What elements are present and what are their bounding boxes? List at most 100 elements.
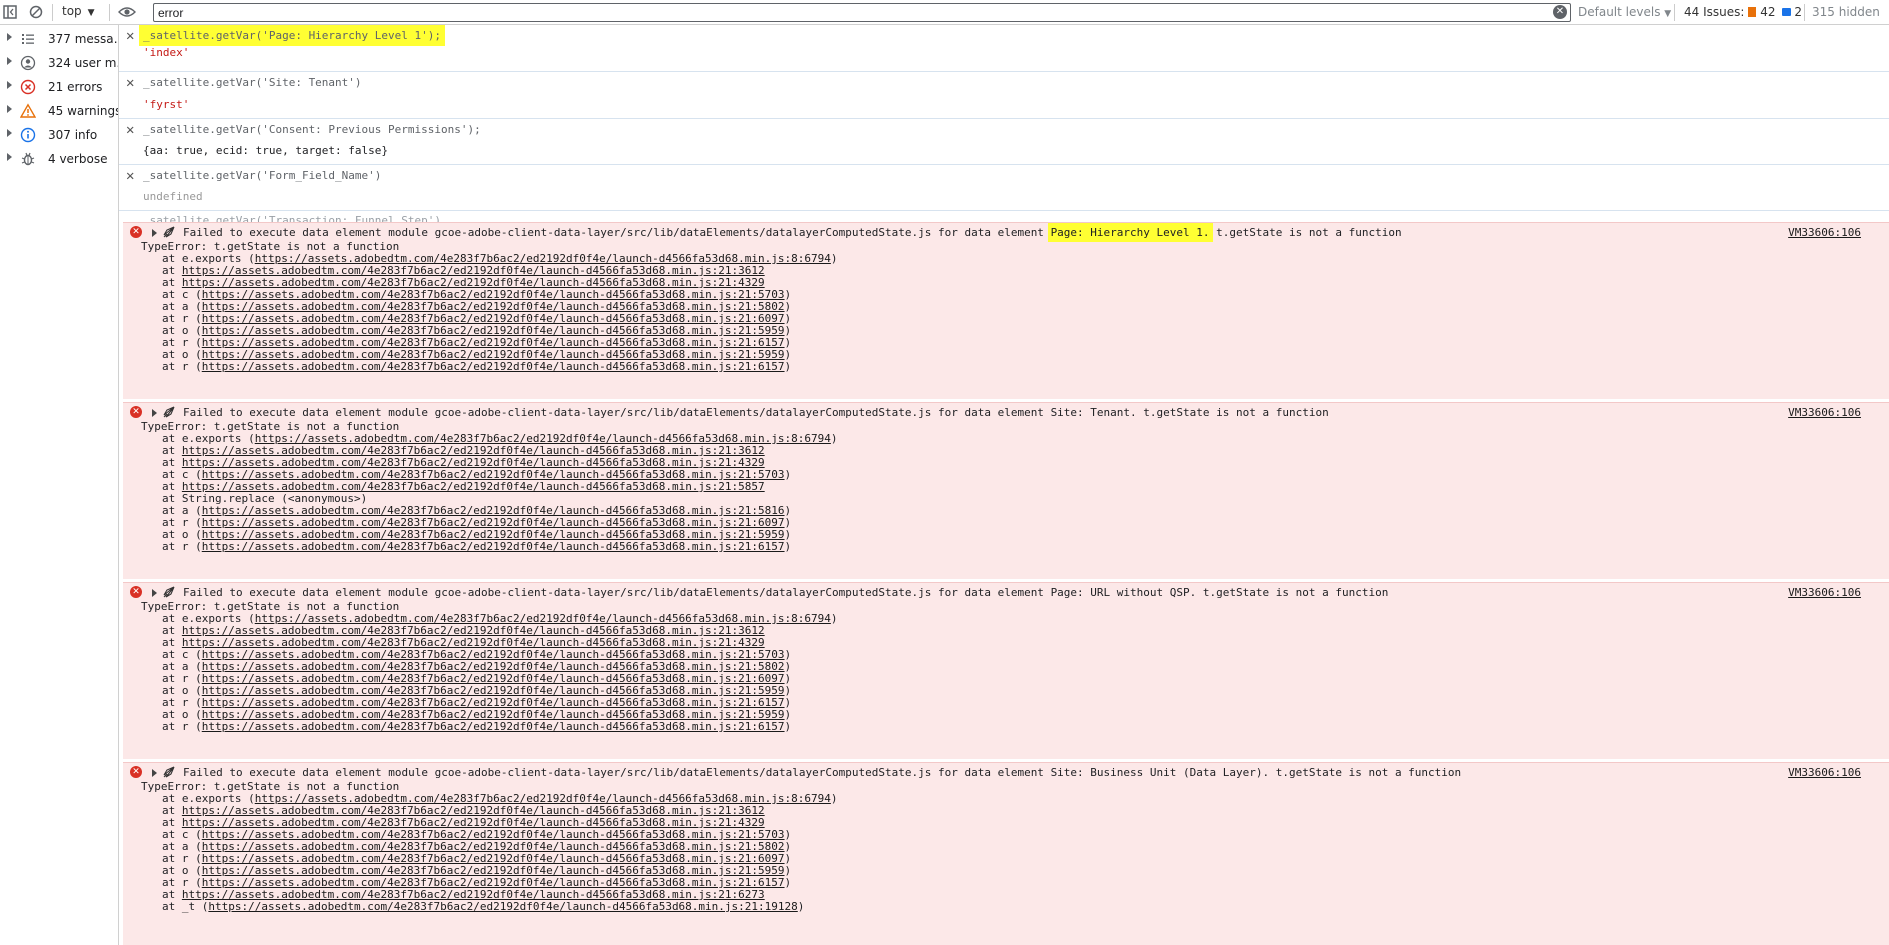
error-header: ✕ Failed to execute data element module … <box>123 406 1889 420</box>
result-text: undefined <box>143 190 203 203</box>
sidebar-item-label: 4 verbose <box>48 152 108 166</box>
close-icon[interactable]: ✕ <box>126 122 134 138</box>
close-icon[interactable]: ✕ <box>126 28 134 44</box>
stack-frame-close: ) <box>797 900 805 913</box>
filter-input-box[interactable]: ✕ <box>153 3 1571 22</box>
source-link[interactable]: VM33606:106 <box>1788 766 1861 779</box>
caret-down-icon: ▼ <box>1664 9 1672 19</box>
issues-label: 44 Issues: <box>1684 5 1745 19</box>
sidebar-item-errors[interactable]: 21 errors <box>0 76 118 98</box>
close-icon[interactable]: ✕ <box>126 75 134 91</box>
rocket-icon <box>162 405 176 419</box>
result-text: {aa: true, ecid: true, target: false} <box>143 144 389 157</box>
sidebar-toggle-icon[interactable] <box>1 3 19 21</box>
highlighted-element-name: Page: Hierarchy Level 1. <box>1050 226 1210 239</box>
error-header: ✕ Failed to execute data element module … <box>123 586 1889 600</box>
stack-frame-link[interactable]: https://assets.adobedtm.com/4e283f7b6ac2… <box>202 720 785 733</box>
error-message[interactable]: ✕ Failed to execute data element module … <box>123 582 1889 759</box>
error-message[interactable]: ✕ Failed to execute data element module … <box>123 762 1889 945</box>
caret-down-icon: ▼ <box>87 8 95 18</box>
toolbar-divider <box>109 4 110 21</box>
sidebar-item-label: 21 errors <box>48 80 103 94</box>
stack-trace: TypeError: t.getState is not a function a… <box>141 601 838 733</box>
error-message[interactable]: ✕ Failed to execute data element module … <box>123 402 1889 579</box>
error-text-pre: Failed to execute data element module gc… <box>183 586 1051 599</box>
rocket-icon <box>162 585 176 599</box>
expand-arrow-icon[interactable] <box>7 81 12 89</box>
log-levels-label: Default levels <box>1578 5 1661 19</box>
error-text: Failed to execute data element module gc… <box>183 586 1388 599</box>
stack-frame-link[interactable]: https://assets.adobedtm.com/4e283f7b6ac2… <box>208 900 797 913</box>
sidebar-item-user-messages[interactable]: 324 user m… <box>0 52 118 74</box>
close-icon[interactable]: ✕ <box>126 168 134 184</box>
context-selector[interactable]: top ▼ <box>62 4 95 18</box>
rocket-icon <box>162 225 176 239</box>
command-text: _satellite.getVar('Consent: Previous Per… <box>143 123 481 136</box>
hidden-count: 315 hidden <box>1812 5 1880 19</box>
command-text: _satellite.getVar('Site: Tenant') <box>143 76 362 89</box>
log-levels-dropdown[interactable]: Default levels ▼ <box>1578 5 1671 19</box>
sidebar-item-label: 324 user m… <box>48 56 118 70</box>
expand-arrow-icon[interactable] <box>152 409 157 417</box>
stack-frame-close: ) <box>784 360 792 373</box>
clear-filter-icon[interactable]: ✕ <box>1553 5 1567 19</box>
error-text-post: t.getState is not a function <box>1196 586 1389 599</box>
expand-arrow-icon[interactable] <box>7 105 12 113</box>
result-text: 'index' <box>143 46 190 59</box>
filter-input[interactable] <box>158 5 1538 20</box>
element-name: Site: Tenant. <box>1050 406 1137 419</box>
sidebar-item-label: 307 info <box>48 128 98 142</box>
info-icon <box>20 127 36 143</box>
clear-console-icon[interactable] <box>27 3 45 21</box>
stack-frame-fn: at r ( <box>162 540 202 553</box>
user-icon <box>20 55 36 71</box>
sidebar-item-label: 45 warnings <box>48 104 118 118</box>
console-entry[interactable]: ✕ _satellite.getVar('Site: Tenant') 'fyr… <box>119 72 1889 119</box>
sidebar-item-warnings[interactable]: 45 warnings <box>0 100 118 122</box>
issues-warning-count: 42 <box>1760 5 1776 19</box>
error-icon: ✕ <box>130 226 142 238</box>
stack-trace: TypeError: t.getState is not a function a… <box>141 421 838 553</box>
console-entry[interactable]: ✕ _satellite.getVar('Page: Hierarchy Lev… <box>119 25 1889 72</box>
error-text: Failed to execute data element module gc… <box>183 406 1329 419</box>
expand-arrow-icon[interactable] <box>152 229 157 237</box>
stack-frame: at r (https://assets.adobedtm.com/4e283f… <box>141 721 838 733</box>
sidebar-item-messages[interactable]: 377 messa… <box>0 28 118 50</box>
error-message[interactable]: ✕ Failed to execute data element module … <box>123 222 1889 399</box>
error-text: Failed to execute data element module gc… <box>183 766 1461 779</box>
console-entry[interactable]: ✕ _satellite.getVar('Consent: Previous P… <box>119 119 1889 165</box>
stack-frame-close: ) <box>784 876 792 889</box>
issues-button[interactable]: 44 Issues: 42 2 <box>1684 5 1802 19</box>
rocket-icon <box>162 765 176 779</box>
error-icon <box>20 79 36 95</box>
eye-icon[interactable] <box>117 3 137 21</box>
context-label: top <box>62 4 82 18</box>
sidebar-item-verbose[interactable]: 4 verbose <box>0 148 118 170</box>
stack-frame: at r (https://assets.adobedtm.com/4e283f… <box>141 361 838 373</box>
error-icon: ✕ <box>130 406 142 418</box>
expand-arrow-icon[interactable] <box>152 589 157 597</box>
toolbar-divider <box>1674 4 1675 21</box>
stack-frame-link[interactable]: https://assets.adobedtm.com/4e283f7b6ac2… <box>202 540 785 553</box>
stack-frame-fn: at r ( <box>162 720 202 733</box>
error-text-post: t.getState is not a function <box>1269 766 1462 779</box>
stack-frame-link[interactable]: https://assets.adobedtm.com/4e283f7b6ac2… <box>202 360 785 373</box>
result-text: 'fyrst' <box>143 98 190 111</box>
source-link[interactable]: VM33606:106 <box>1788 226 1861 239</box>
sidebar-item-info[interactable]: 307 info <box>0 124 118 146</box>
error-icon: ✕ <box>130 586 142 598</box>
source-link[interactable]: VM33606:106 <box>1788 586 1861 599</box>
expand-arrow-icon[interactable] <box>7 129 12 137</box>
error-header: ✕ Failed to execute data element module … <box>123 226 1889 240</box>
expand-arrow-icon[interactable] <box>7 153 12 161</box>
expand-arrow-icon[interactable] <box>7 57 12 65</box>
console-toolbar: top▼ ✕ Default levels ▼ 44 Issues: 42 2 … <box>0 0 1889 25</box>
console-entry[interactable]: ✕ _satellite.getVar('Form_Field_Name') u… <box>119 165 1889 211</box>
error-header: ✕ Failed to execute data element module … <box>123 766 1889 780</box>
stack-frame-close: ) <box>784 540 792 553</box>
stack-frame-close: ) <box>830 252 838 265</box>
source-link[interactable]: VM33606:106 <box>1788 406 1861 419</box>
expand-arrow-icon[interactable] <box>152 769 157 777</box>
stack-frame-close: ) <box>830 792 838 805</box>
expand-arrow-icon[interactable] <box>7 33 12 41</box>
